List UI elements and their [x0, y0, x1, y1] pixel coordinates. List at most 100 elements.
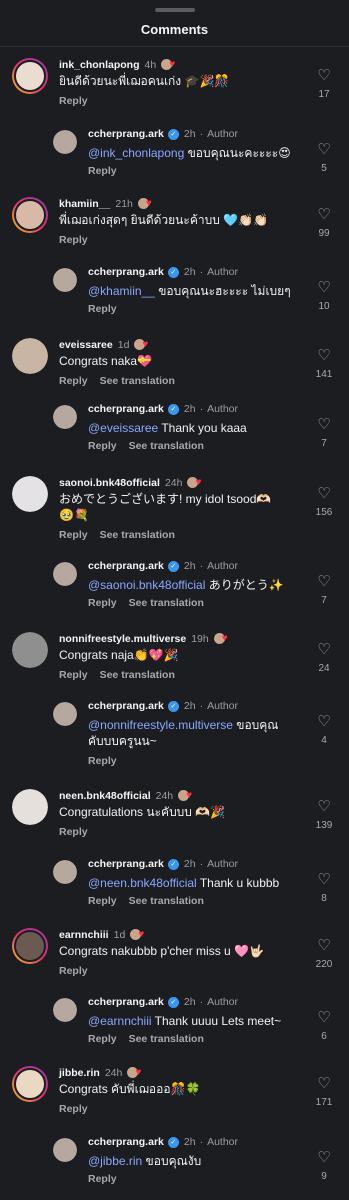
reply-username[interactable]: ccherprang.ark	[88, 858, 164, 870]
like-button[interactable]: ♡ 24	[313, 642, 335, 674]
reply-button[interactable]: Reply	[88, 597, 117, 609]
avatar[interactable]	[12, 928, 48, 964]
reply-username[interactable]: ccherprang.ark	[88, 128, 164, 140]
author-label: Author	[207, 560, 238, 572]
like-button[interactable]: ♡ 4	[313, 714, 335, 746]
reply-button[interactable]: Reply	[88, 895, 117, 907]
comment-username[interactable]: ink_chonlapong	[59, 59, 140, 71]
reply-header: ccherprang.ark ✓ 2h · Author	[88, 858, 238, 870]
like-button[interactable]: ♡ 220	[313, 938, 335, 970]
comment-text: พี่เฌอเก่งสุดๆ ยินดีด้วยนะค้าบบ 🩵👏🏻👏🏻	[59, 212, 289, 228]
mention-link[interactable]: @khamiin__	[88, 284, 155, 298]
avatar[interactable]	[53, 268, 77, 292]
like-button[interactable]: ♡ 156	[313, 486, 335, 518]
like-button[interactable]: ♡ 141	[313, 348, 335, 380]
avatar[interactable]	[12, 789, 48, 825]
comment-username[interactable]: khamiin__	[59, 198, 110, 210]
reply-username[interactable]: ccherprang.ark	[88, 560, 164, 572]
reply-button[interactable]: Reply	[59, 965, 88, 977]
mention-link[interactable]: @jibbe.rin	[88, 1154, 142, 1168]
reply-button[interactable]: Reply	[59, 234, 88, 246]
like-button[interactable]: ♡ 8	[313, 872, 335, 904]
reply-text-line: ขอบคุณนะคะะะะ😍	[184, 146, 291, 160]
reply-button[interactable]: Reply	[59, 826, 88, 838]
comment-username[interactable]: earnnchiii	[59, 929, 109, 941]
dot-separator: ·	[199, 403, 204, 415]
avatar[interactable]	[12, 58, 48, 94]
reply-username[interactable]: ccherprang.ark	[88, 403, 164, 415]
avatar[interactable]	[53, 998, 77, 1022]
avatar[interactable]	[12, 476, 48, 512]
comment-username[interactable]: saonoi.bnk48official	[59, 477, 160, 489]
like-button[interactable]: ♡ 17	[313, 68, 335, 100]
author-label: Author	[207, 403, 238, 415]
see-translation-button[interactable]: See translation	[129, 597, 204, 609]
mention-link[interactable]: @earnnchiii	[88, 1014, 152, 1028]
avatar[interactable]	[53, 860, 77, 884]
reply-button[interactable]: Reply	[88, 1173, 117, 1185]
comment-header: earnnchiii 1d ♥	[59, 928, 144, 941]
reply-button[interactable]: Reply	[59, 375, 88, 387]
reply-button[interactable]: Reply	[59, 529, 88, 541]
avatar[interactable]	[12, 197, 48, 233]
like-button[interactable]: ♡ 6	[313, 1010, 335, 1042]
heart-outline-icon: ♡	[317, 485, 331, 502]
comment-username[interactable]: neen.bnk48official	[59, 790, 151, 802]
heart-outline-icon: ♡	[317, 67, 331, 84]
like-button[interactable]: ♡ 9	[313, 1150, 335, 1182]
reply-button[interactable]: Reply	[88, 440, 117, 452]
see-translation-button[interactable]: See translation	[100, 529, 175, 541]
reply-button[interactable]: Reply	[59, 669, 88, 681]
like-button[interactable]: ♡ 7	[313, 574, 335, 606]
see-translation-button[interactable]: See translation	[129, 895, 204, 907]
reply-button[interactable]: Reply	[88, 755, 117, 767]
heart-outline-icon: ♡	[317, 871, 331, 888]
mention-link[interactable]: @ink_chonlapong	[88, 146, 184, 160]
reply-text-line: ขอบคุณนะฮะะะะ ไม่เบยๆ	[154, 284, 291, 298]
comment-username[interactable]: nonnifreestyle.multiverse	[59, 633, 186, 645]
reply-username[interactable]: ccherprang.ark	[88, 996, 164, 1008]
comment-username[interactable]: jibbe.rin	[59, 1067, 100, 1079]
see-translation-button[interactable]: See translation	[100, 375, 175, 387]
like-button[interactable]: ♡ 171	[313, 1076, 335, 1108]
reply-username[interactable]: ccherprang.ark	[88, 700, 164, 712]
see-translation-button[interactable]: See translation	[129, 1033, 204, 1045]
reply-username[interactable]: ccherprang.ark	[88, 1136, 164, 1148]
creator-heart-icon: ♥	[129, 928, 144, 941]
avatar[interactable]	[12, 1066, 48, 1102]
mention-link[interactable]: @eveissaree	[88, 421, 158, 435]
like-button[interactable]: ♡ 7	[313, 417, 335, 449]
comment-text-line: ยินดีด้วยนะพี่เฌอคนเก่ง 🎓🎉🎊	[59, 74, 230, 88]
mention-link[interactable]: @nonnifreestyle.multiverse	[88, 718, 233, 732]
comment-username[interactable]: eveissaree	[59, 339, 113, 351]
comment-timestamp: 24h	[104, 1066, 123, 1079]
avatar[interactable]	[53, 130, 77, 154]
like-count: 7	[321, 438, 327, 449]
reply-button[interactable]: Reply	[88, 303, 117, 315]
comment-header: khamiin__ 21h ♥	[59, 197, 152, 210]
like-button[interactable]: ♡ 10	[313, 280, 335, 312]
mention-link[interactable]: @saonoi.bnk48official	[88, 578, 205, 592]
reply-button[interactable]: Reply	[59, 1103, 88, 1115]
avatar[interactable]	[53, 702, 77, 726]
like-button[interactable]: ♡ 99	[313, 207, 335, 239]
avatar[interactable]	[12, 338, 48, 374]
reply-button[interactable]: Reply	[88, 1033, 117, 1045]
reply-button[interactable]: Reply	[88, 165, 117, 177]
comment-text: Congrats nakubbb p'cher miss u 🩷🤟🏻	[59, 943, 289, 959]
like-button[interactable]: ♡ 5	[313, 142, 335, 174]
like-button[interactable]: ♡ 139	[313, 799, 335, 831]
avatar[interactable]	[53, 405, 77, 429]
reply-button[interactable]: Reply	[59, 95, 88, 107]
see-translation-button[interactable]: See translation	[129, 440, 204, 452]
avatar[interactable]	[53, 1138, 77, 1162]
drag-handle[interactable]	[155, 8, 195, 12]
comment-actions: Reply	[59, 826, 88, 838]
mention-link[interactable]: @neen.bnk48official	[88, 876, 197, 890]
see-translation-button[interactable]: See translation	[100, 669, 175, 681]
avatar[interactable]	[12, 632, 48, 668]
reply-username[interactable]: ccherprang.ark	[88, 266, 164, 278]
avatar[interactable]	[53, 562, 77, 586]
comment-timestamp: 24h	[164, 476, 183, 489]
heart-outline-icon: ♡	[317, 798, 331, 815]
